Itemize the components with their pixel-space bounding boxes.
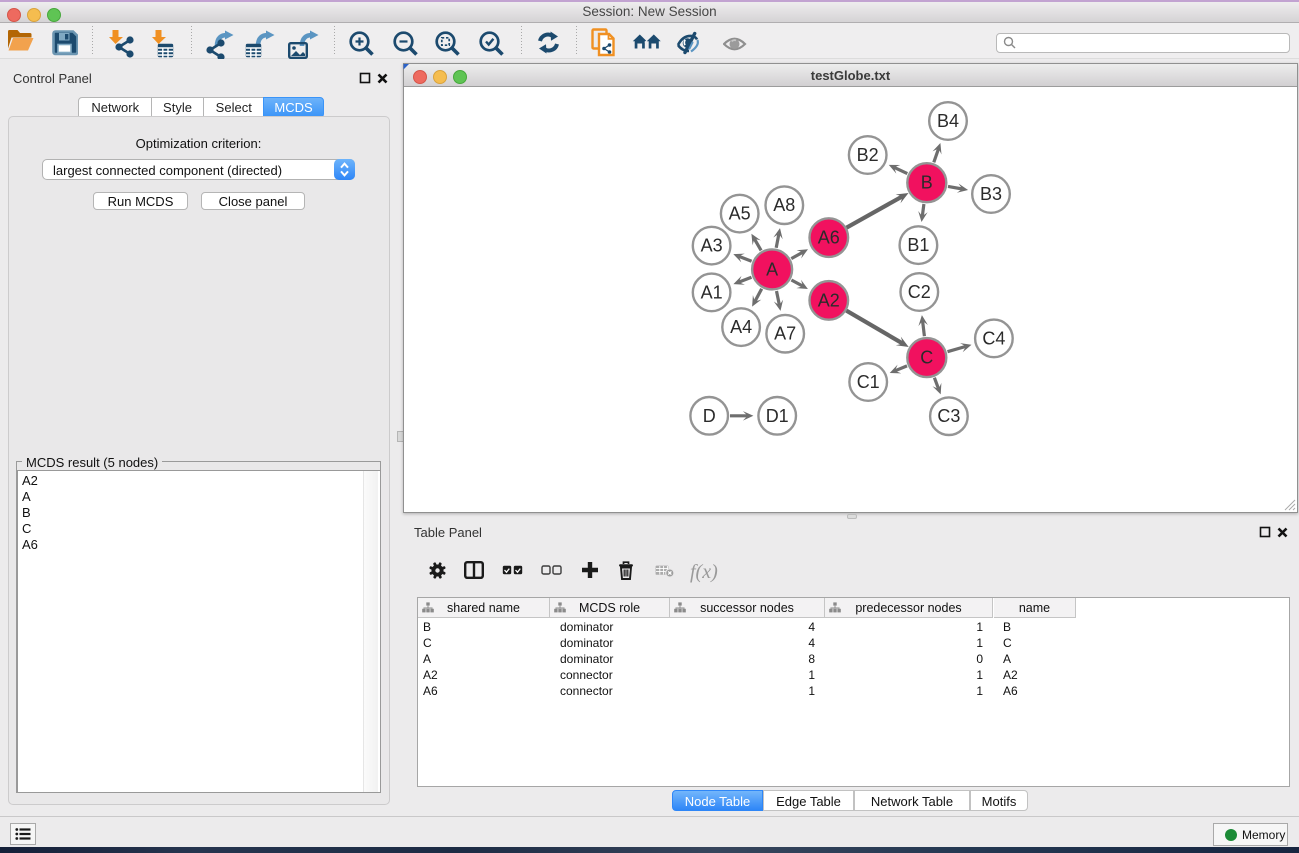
svg-text:C1: C1 xyxy=(857,372,880,392)
svg-text:C4: C4 xyxy=(982,328,1005,348)
svg-text:B2: B2 xyxy=(857,145,879,165)
svg-text:A5: A5 xyxy=(729,204,751,224)
svg-text:A7: A7 xyxy=(774,324,796,344)
svg-text:B3: B3 xyxy=(980,184,1002,204)
svg-text:A3: A3 xyxy=(701,236,723,256)
svg-text:C2: C2 xyxy=(908,282,931,302)
svg-text:D: D xyxy=(703,406,716,426)
svg-text:C3: C3 xyxy=(937,406,960,426)
svg-text:A: A xyxy=(766,259,778,279)
svg-text:A2: A2 xyxy=(818,290,840,310)
svg-text:A1: A1 xyxy=(701,282,723,302)
svg-text:A6: A6 xyxy=(818,228,840,248)
svg-text:C: C xyxy=(920,348,933,368)
svg-text:B1: B1 xyxy=(907,235,929,255)
svg-text:B: B xyxy=(921,173,933,193)
svg-text:A8: A8 xyxy=(773,195,795,215)
svg-text:A4: A4 xyxy=(730,317,752,337)
svg-text:D1: D1 xyxy=(766,406,789,426)
svg-text:B4: B4 xyxy=(937,111,959,131)
